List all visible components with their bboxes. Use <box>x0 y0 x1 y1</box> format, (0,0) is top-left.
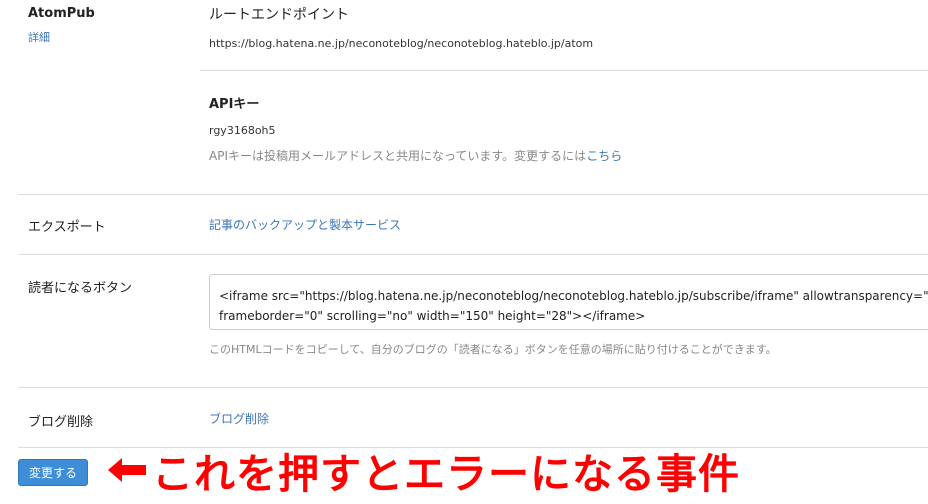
divider <box>18 254 928 255</box>
root-endpoint-url: https://blog.hatena.ne.jp/neconoteblog/n… <box>209 37 594 50</box>
root-endpoint-heading: ルートエンドポイント <box>209 7 349 23</box>
subscribe-code-textarea[interactable]: <iframe src="https://blog.hatena.ne.jp/n… <box>209 274 928 330</box>
api-key-note: APIキーは投稿用メールアドレスと共用になっています。変更するにはこちら <box>209 147 622 164</box>
left-arrow-icon <box>108 458 146 482</box>
api-key-value: rgy3168oh5 <box>209 124 276 137</box>
blog-delete-label: ブログ削除 <box>28 415 94 430</box>
api-key-note-text: APIキーは投稿用メールアドレスと共用になっています。変更するには <box>209 149 587 163</box>
blog-delete-link[interactable]: ブログ削除 <box>209 410 269 427</box>
divider <box>200 70 928 71</box>
subscribe-note: このHTMLコードをコピーして、自分のブログの「読者になる」ボタンを任意の場所に… <box>209 343 777 356</box>
subscribe-button-label: 読者になるボタン <box>28 281 133 296</box>
export-label: エクスポート <box>28 220 106 235</box>
code-line-2: frameborder="0" scrolling="no" width="15… <box>219 309 646 323</box>
api-key-change-link[interactable]: こちら <box>586 149 622 163</box>
atompub-detail-link[interactable]: 詳細 <box>28 29 50 45</box>
export-link[interactable]: 記事のバックアップと製本サービス <box>209 216 401 233</box>
submit-change-button[interactable]: 変更する <box>18 459 88 486</box>
code-line-1: <iframe src="https://blog.hatena.ne.jp/n… <box>219 289 928 303</box>
annotation: これを押すとエラーになる事件 <box>108 440 928 500</box>
divider <box>18 194 928 195</box>
api-key-heading: APIキー <box>209 97 260 112</box>
settings-page: AtomPub 詳細 ルートエンドポイント https://blog.haten… <box>0 0 928 504</box>
divider <box>18 387 928 388</box>
atompub-label: AtomPub <box>28 6 95 21</box>
annotation-text: これを押すとエラーになる事件 <box>152 450 740 498</box>
